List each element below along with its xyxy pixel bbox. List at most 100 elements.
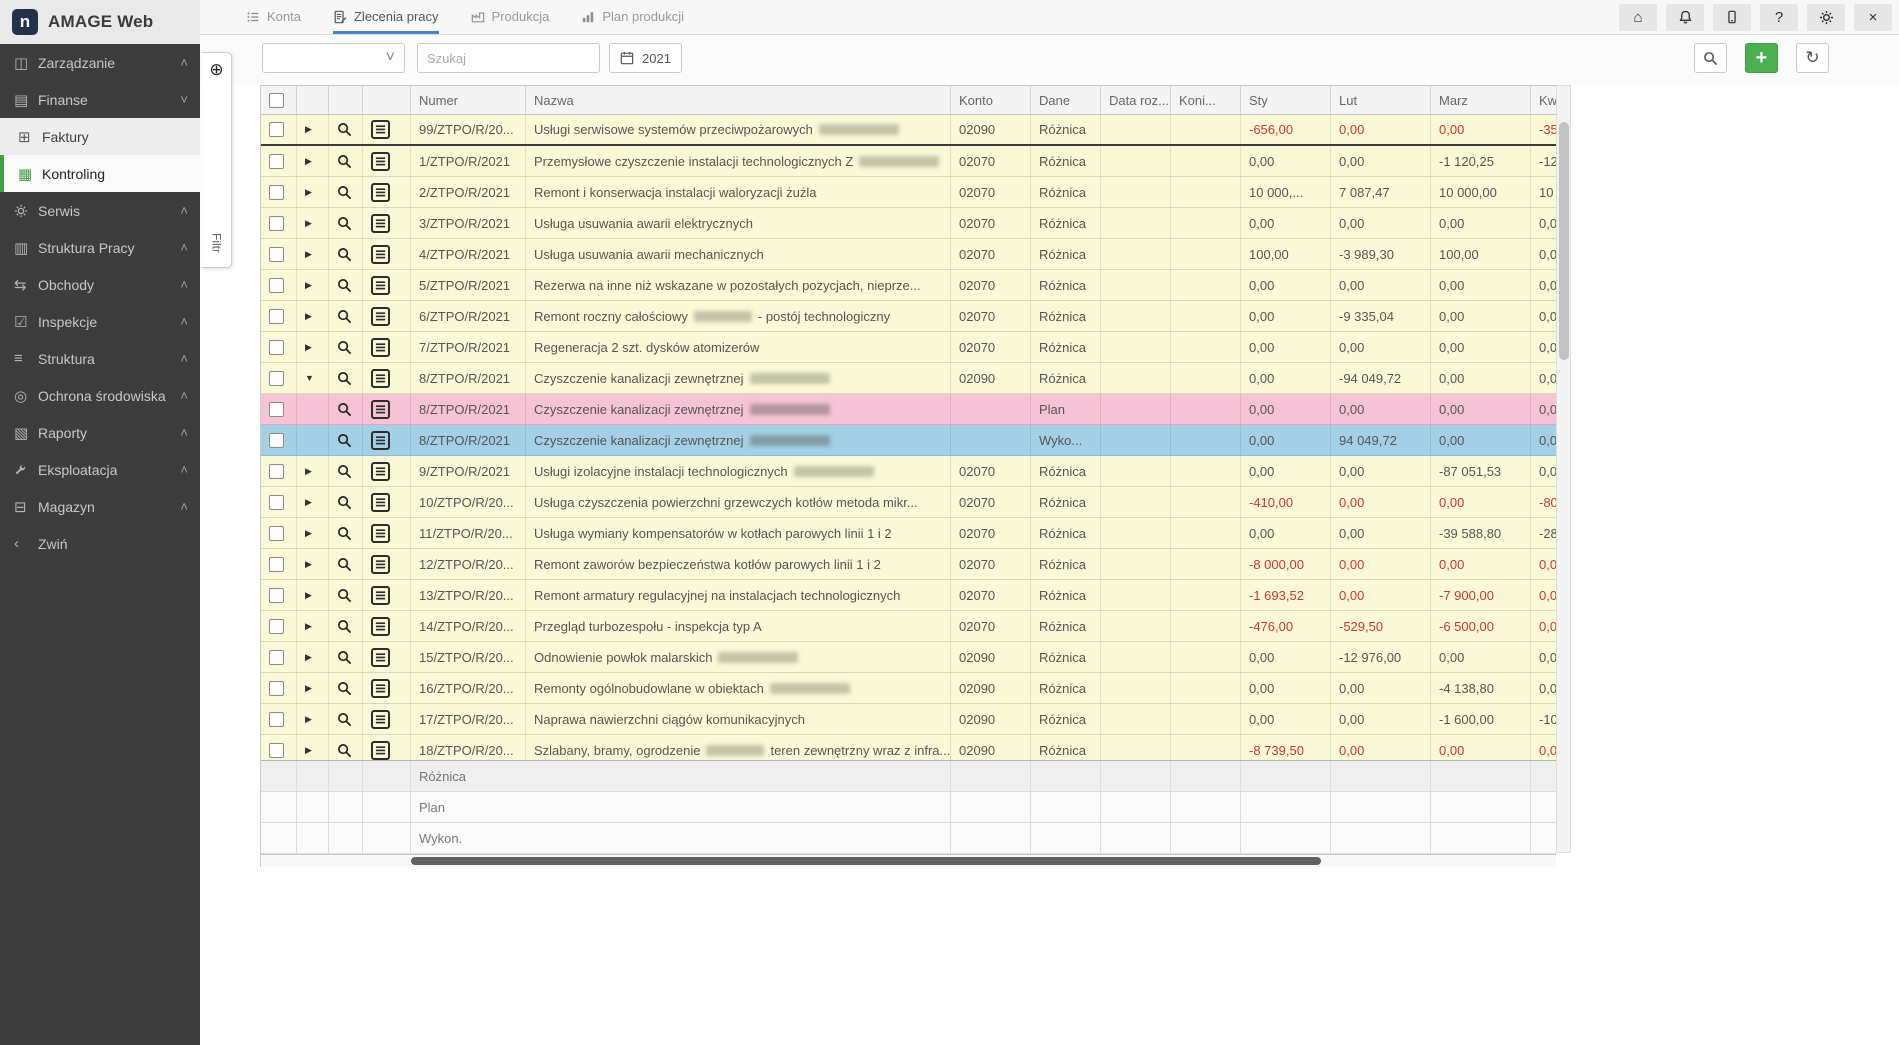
expand-row-icon[interactable]: ▶ — [305, 311, 312, 322]
row-checkbox[interactable] — [269, 309, 284, 324]
column-header-konto[interactable]: Konto — [951, 86, 1031, 114]
mobile-button[interactable] — [1713, 4, 1751, 31]
magnifier-icon[interactable] — [337, 526, 352, 541]
row-checkbox[interactable] — [269, 712, 284, 727]
add-button[interactable]: + — [1745, 43, 1778, 73]
row-checkbox[interactable] — [269, 619, 284, 634]
magnifier-icon[interactable] — [337, 433, 352, 448]
expand-row-icon[interactable]: ▶ — [305, 652, 312, 663]
row-menu-icon[interactable] — [371, 369, 390, 388]
sidebar-item-structure[interactable]: ≡Struktura˄ — [0, 340, 200, 377]
row-checkbox[interactable] — [269, 371, 284, 386]
column-header-dane[interactable]: Dane — [1031, 86, 1101, 114]
search-input[interactable] — [417, 43, 600, 73]
row-menu-icon[interactable] — [371, 152, 390, 171]
sidebar-item-maintenance[interactable]: Eksploatacja˄ — [0, 451, 200, 488]
expand-row-icon[interactable]: ▶ — [305, 621, 312, 632]
row-checkbox[interactable] — [269, 650, 284, 665]
expand-row-icon[interactable]: ▶ — [305, 156, 312, 167]
row-menu-icon[interactable] — [371, 462, 390, 481]
expand-row-icon[interactable]: ▶ — [305, 218, 312, 229]
table-row[interactable]: ▶13/ZTPO/R/20...Remont armatury regulacy… — [261, 580, 1556, 611]
magnifier-icon[interactable] — [337, 681, 352, 696]
row-menu-icon[interactable] — [371, 214, 390, 233]
column-header-numer[interactable]: Numer — [411, 86, 526, 114]
table-row[interactable]: ▶15/ZTPO/R/20...Odnowienie powłok malars… — [261, 642, 1556, 673]
table-row[interactable]: ▶18/ZTPO/R/20...Szlabany, bramy, ogrodze… — [261, 735, 1556, 760]
sidebar-item-work-structure[interactable]: ▥Struktura Pracy˄ — [0, 229, 200, 266]
row-menu-icon[interactable] — [371, 710, 390, 729]
row-menu-icon[interactable] — [371, 555, 390, 574]
table-row[interactable]: ▶4/ZTPO/R/2021Usługa usuwania awarii mec… — [261, 239, 1556, 270]
magnifier-icon[interactable] — [337, 154, 352, 169]
sidebar-item-management[interactable]: ◫Zarządzanie˄ — [0, 44, 200, 81]
magnifier-icon[interactable] — [337, 216, 352, 231]
notifications-button[interactable] — [1666, 4, 1704, 31]
add-filter-icon[interactable]: ⊕ — [209, 60, 223, 80]
magnifier-icon[interactable] — [337, 247, 352, 262]
table-row[interactable]: ▶17/ZTPO/R/20...Naprawa nawierzchni ciąg… — [261, 704, 1556, 735]
row-checkbox[interactable] — [269, 588, 284, 603]
filter-panel-tab[interactable]: ⊕ Filtr — [202, 52, 232, 268]
table-row[interactable]: ▶3/ZTPO/R/2021Usługa usuwania awarii ele… — [261, 208, 1556, 239]
table-row[interactable]: ▶16/ZTPO/R/20...Remonty ogólnobudowlane … — [261, 673, 1556, 704]
expand-row-icon[interactable]: ▶ — [305, 683, 312, 694]
expand-row-icon[interactable]: ▶ — [305, 528, 312, 539]
magnifier-icon[interactable] — [337, 495, 352, 510]
row-menu-icon[interactable] — [371, 493, 390, 512]
expand-row-icon[interactable]: ▶ — [305, 124, 312, 135]
vertical-scrollbar-thumb[interactable] — [1559, 122, 1569, 360]
sidebar-item-service[interactable]: Serwis˄ — [0, 192, 200, 229]
expand-row-icon[interactable]: ▶ — [305, 249, 312, 260]
magnifier-icon[interactable] — [337, 185, 352, 200]
expand-row-icon[interactable]: ▶ — [305, 497, 312, 508]
settings-button[interactable] — [1807, 4, 1845, 31]
table-row[interactable]: ▶99/ZTPO/R/20...Usługi serwisowe systemó… — [261, 115, 1556, 146]
row-checkbox[interactable] — [269, 278, 284, 293]
row-checkbox[interactable] — [269, 402, 284, 417]
expand-row-icon[interactable]: ▶ — [305, 745, 312, 756]
magnifier-icon[interactable] — [337, 402, 352, 417]
row-menu-icon[interactable] — [371, 586, 390, 605]
home-button[interactable]: ⌂ — [1619, 4, 1657, 31]
close-button[interactable]: × — [1854, 4, 1892, 31]
table-row[interactable]: ▼8/ZTPO/R/2021Czyszczenie kanalizacji ze… — [261, 363, 1556, 394]
table-row[interactable]: ▶1/ZTPO/R/2021Przemysłowe czyszczenie in… — [261, 146, 1556, 177]
magnifier-icon[interactable] — [337, 464, 352, 479]
column-header-koni[interactable]: Koni... — [1171, 86, 1241, 114]
row-menu-icon[interactable] — [371, 245, 390, 264]
table-row[interactable]: 8/ZTPO/R/2021Czyszczenie kanalizacji zew… — [261, 394, 1556, 425]
table-row[interactable]: ▶10/ZTPO/R/20...Usługa czyszczenia powie… — [261, 487, 1556, 518]
row-checkbox[interactable] — [269, 247, 284, 262]
search-button[interactable] — [1694, 43, 1727, 73]
magnifier-icon[interactable] — [337, 340, 352, 355]
row-checkbox[interactable] — [269, 154, 284, 169]
magnifier-icon[interactable] — [337, 309, 352, 324]
select-all-checkbox[interactable] — [269, 93, 284, 108]
row-checkbox[interactable] — [269, 557, 284, 572]
row-menu-icon[interactable] — [371, 307, 390, 326]
table-row[interactable]: ▶11/ZTPO/R/20...Usługa wymiany kompensat… — [261, 518, 1556, 549]
table-row[interactable]: ▶14/ZTPO/R/20...Przegląd turbozespołu - … — [261, 611, 1556, 642]
row-checkbox[interactable] — [269, 216, 284, 231]
sidebar-item-collapse[interactable]: ‹Zwiń — [0, 525, 200, 562]
row-menu-icon[interactable] — [371, 741, 390, 760]
row-menu-icon[interactable] — [371, 431, 390, 450]
magnifier-icon[interactable] — [337, 712, 352, 727]
row-checkbox[interactable] — [269, 495, 284, 510]
table-row[interactable]: ▶2/ZTPO/R/2021Remont i konserwacja insta… — [261, 177, 1556, 208]
row-checkbox[interactable] — [269, 743, 284, 758]
table-row[interactable]: ▶12/ZTPO/R/20...Remont zaworów bezpiecze… — [261, 549, 1556, 580]
row-checkbox[interactable] — [269, 122, 284, 137]
sidebar-item-rounds[interactable]: ⇆Obchody˄ — [0, 266, 200, 303]
magnifier-icon[interactable] — [337, 278, 352, 293]
table-row[interactable]: ▶7/ZTPO/R/2021Regeneracja 2 szt. dysków … — [261, 332, 1556, 363]
column-header-nazwa[interactable]: Nazwa — [526, 86, 951, 114]
tab-production-plan[interactable]: Plan produkcji — [581, 0, 684, 34]
expand-row-icon[interactable]: ▶ — [305, 187, 312, 198]
expand-row-icon[interactable]: ▶ — [305, 590, 312, 601]
table-row[interactable]: ▶6/ZTPO/R/2021Remont roczny całościowy- … — [261, 301, 1556, 332]
row-menu-icon[interactable] — [371, 183, 390, 202]
sidebar-item-finance[interactable]: ▤Finanse˅ — [0, 81, 200, 118]
row-checkbox[interactable] — [269, 464, 284, 479]
